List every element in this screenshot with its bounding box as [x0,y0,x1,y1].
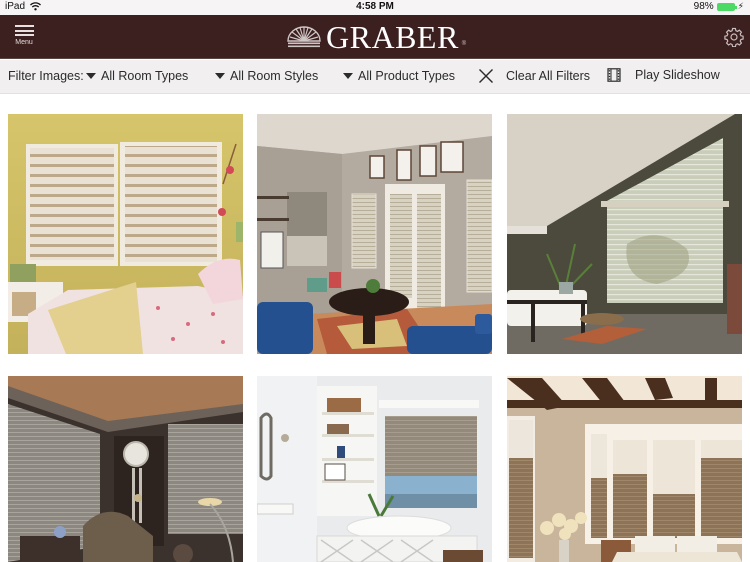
battery-percent: 98% [693,1,714,12]
hamburger-icon [14,25,34,36]
menu-label: Menu [15,39,33,46]
gallery-photo[interactable] [507,114,742,354]
caret-down-icon [86,73,96,79]
filter-bar: Filter Images: All Room Types All Room S… [0,60,750,94]
clear-all-filters-label: Clear All Filters [506,69,591,83]
clear-all-filters-button[interactable]: Clear All Filters [478,68,590,84]
status-right: 98% ⚡ [694,1,744,12]
room-types-dropdown[interactable]: All Room Types [86,69,188,83]
room-styles-dropdown[interactable]: All Room Styles [215,69,318,83]
product-types-label: All Product Types [358,69,456,83]
status-bar: iPad 4:58 PM 98% ⚡ [0,0,750,15]
battery-icon [716,2,737,11]
play-slideshow-label: Play Slideshow [635,68,720,82]
room-styles-label: All Room Styles [230,69,319,83]
play-slideshow-button[interactable]: Play Slideshow [607,68,720,82]
photo-white-bathroom [257,376,492,562]
photo-dark-den [8,376,243,562]
graber-logo: GRABER ® [286,20,466,54]
logo-text: GRABER [326,19,459,55]
photo-yellow-bedroom [8,114,243,354]
caret-down-icon [215,73,225,79]
app-header: Menu GRABER ® [0,15,750,59]
photo-angled-window-bathroom [507,114,742,354]
photo-gallery [0,94,750,562]
photo-family-room [257,114,492,354]
filter-label-text: Filter Images: [8,69,84,83]
status-time: 4:58 PM [356,1,394,12]
filter-images-label: Filter Images: [8,69,84,83]
film-icon [607,68,621,82]
gallery-photo[interactable] [507,376,742,562]
gallery-photo[interactable] [257,376,492,562]
gear-icon [724,27,744,48]
caret-down-icon [343,73,353,79]
room-types-label: All Room Types [101,69,189,83]
settings-button[interactable] [724,27,744,48]
charging-bolt-icon: ⚡ [737,1,744,11]
menu-button[interactable]: Menu [12,25,36,51]
registered-mark: ® [461,41,467,47]
close-icon [479,69,493,83]
photo-beamed-bedroom [507,376,742,562]
gallery-photo[interactable] [8,114,243,354]
product-types-dropdown[interactable]: All Product Types [343,69,455,83]
gallery-photo[interactable] [8,376,243,562]
gallery-photo[interactable] [257,114,492,354]
graber-sunburst-logo-icon [287,26,321,48]
